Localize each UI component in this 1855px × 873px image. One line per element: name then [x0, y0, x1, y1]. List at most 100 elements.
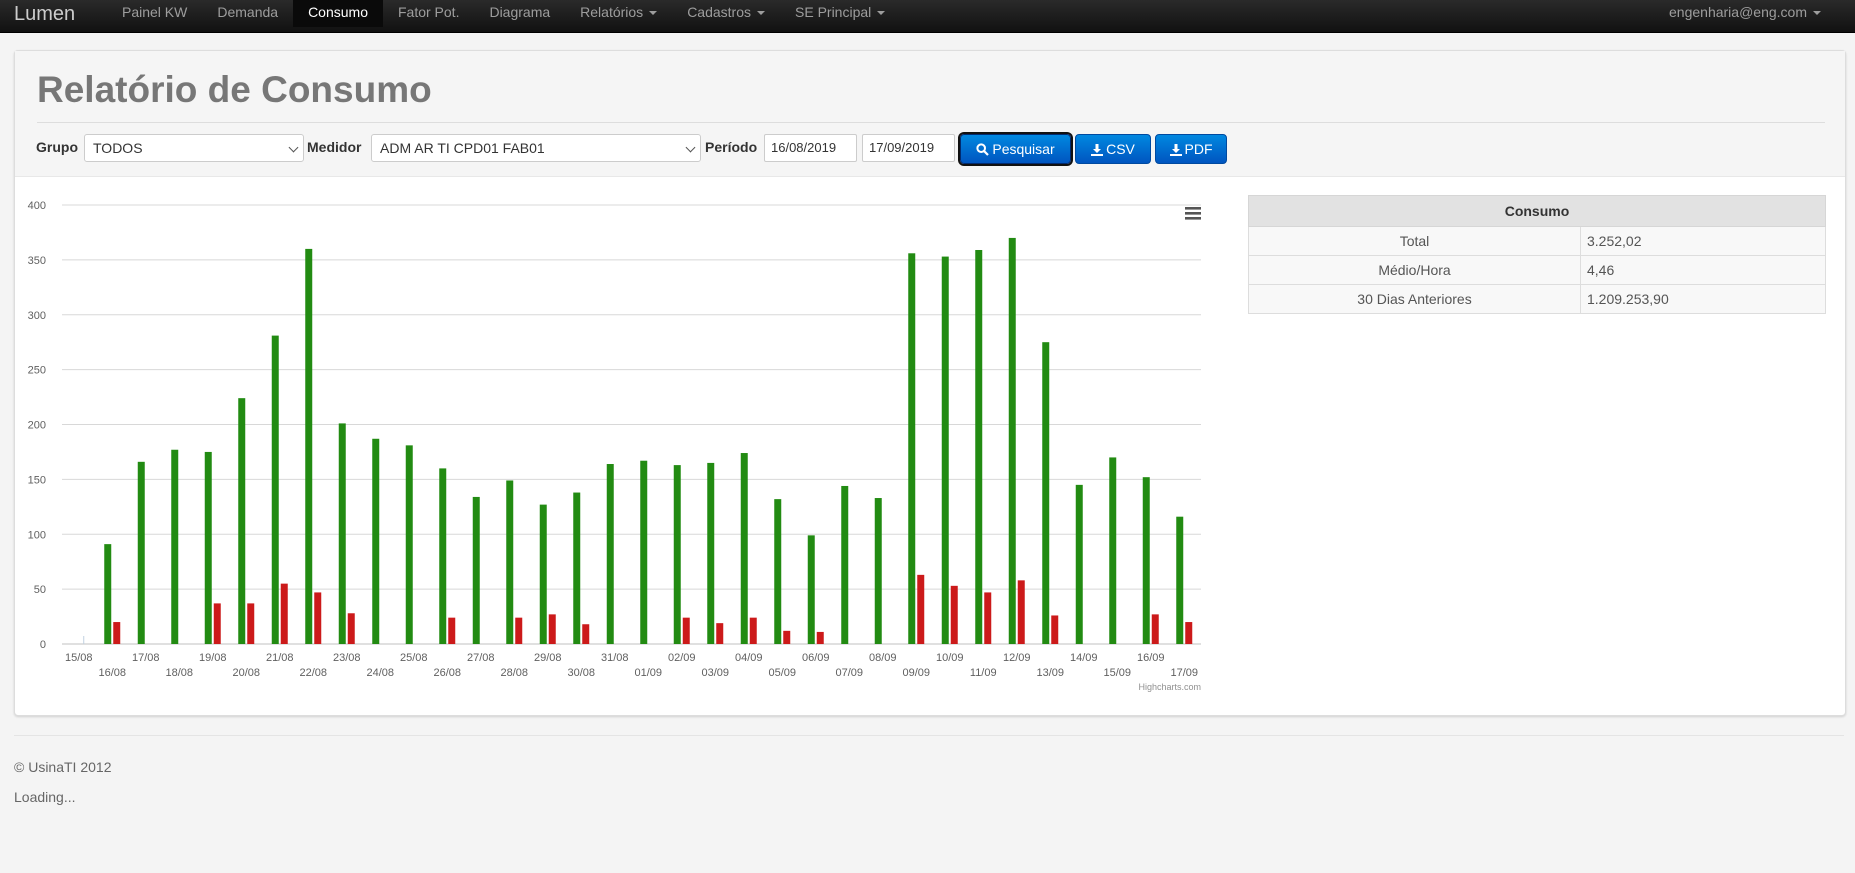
bar-green[interactable] [305, 248, 313, 644]
download-icon [1091, 144, 1104, 156]
bar-red[interactable] [984, 592, 992, 644]
bar-green[interactable] [1075, 484, 1083, 644]
pdf-button-label: PDF [1184, 141, 1213, 157]
x-tick-label: 02/09 [668, 652, 696, 664]
bar-red[interactable] [749, 617, 757, 644]
search-button-label: Pesquisar [992, 141, 1055, 157]
chevron-down-icon [288, 142, 299, 153]
nav-item-label: Painel KW [122, 4, 188, 20]
nav-item-demanda[interactable]: Demanda [202, 0, 293, 27]
bar-red[interactable] [515, 617, 523, 644]
bar-red[interactable] [247, 603, 255, 644]
bar-red[interactable] [582, 624, 590, 644]
bar-green[interactable] [539, 504, 547, 644]
bar-green[interactable] [707, 462, 715, 644]
bar-red[interactable] [448, 617, 456, 644]
bar-green[interactable] [807, 535, 815, 644]
nav-item-consumo[interactable]: Consumo [293, 0, 383, 27]
chevron-down-icon [685, 142, 696, 153]
bar-green[interactable] [506, 480, 514, 644]
bar-red[interactable] [716, 623, 724, 644]
bar-red[interactable] [548, 614, 556, 644]
nav-item-diagrama[interactable]: Diagrama [474, 0, 565, 27]
bar-red[interactable] [1185, 622, 1193, 644]
csv-button[interactable]: CSV [1075, 134, 1151, 164]
date-end-input[interactable]: 17/09/2019 [862, 134, 955, 162]
bar-green[interactable] [104, 544, 112, 644]
bar-red[interactable] [917, 574, 925, 644]
x-tick-label: 11/09 [970, 667, 997, 679]
nav-item-fator-pot[interactable]: Fator Pot. [383, 0, 474, 27]
x-tick-label: 09/09 [902, 667, 930, 679]
bar-green[interactable] [740, 453, 748, 644]
bar-green[interactable] [841, 485, 849, 644]
bar-green[interactable] [606, 464, 614, 644]
consumo-chart: 0 50 100 150 200 250 300 350 400 15/08 16/08 17/08… [15, 177, 1235, 717]
bar-green[interactable] [405, 445, 413, 644]
user-menu[interactable]: engenharia@eng.com [1669, 0, 1821, 27]
x-tick-label: 27/08 [467, 652, 495, 664]
periodo-label: Período [705, 139, 758, 155]
search-icon [976, 143, 990, 156]
nav-item-relatorios[interactable]: Relatórios [565, 0, 672, 27]
bar-green[interactable] [673, 465, 681, 644]
x-tick-label: 20/08 [232, 667, 260, 679]
x-tick-label: 17/08 [132, 652, 160, 664]
bar-green[interactable] [774, 499, 782, 644]
bar-green[interactable] [338, 423, 346, 644]
top-navbar: Lumen Painel KW Demanda Consumo Fator Po… [0, 0, 1855, 33]
bar-green[interactable] [1176, 516, 1184, 644]
row-value: 3.252,02 [1580, 226, 1826, 256]
bar-green[interactable] [1142, 477, 1150, 644]
bar-green[interactable] [874, 498, 882, 644]
bar-green[interactable] [908, 253, 916, 644]
bar-red[interactable] [113, 622, 121, 644]
chart-credit[interactable]: Highcharts.com [1138, 682, 1201, 692]
footer-divider [14, 735, 1844, 736]
brand-logo[interactable]: Lumen [14, 2, 75, 26]
bar-red[interactable] [314, 592, 322, 644]
bar-red[interactable] [1051, 615, 1059, 644]
row-label: Médio/Hora [1248, 255, 1581, 285]
bar-red[interactable] [950, 585, 958, 644]
bar-green[interactable] [271, 335, 279, 644]
bar-green[interactable] [640, 460, 648, 644]
bar-green[interactable] [439, 468, 447, 644]
bar-red[interactable] [1017, 580, 1025, 644]
pdf-button[interactable]: PDF [1155, 134, 1227, 164]
date-start-input[interactable]: 16/08/2019 [764, 134, 857, 162]
x-tick-label: 28/08 [500, 667, 528, 679]
bar-green[interactable] [1109, 457, 1117, 644]
bar-red[interactable] [280, 583, 288, 644]
bar-green[interactable] [573, 492, 581, 644]
x-tick-label: 18/08 [165, 667, 193, 679]
x-tick-label: 08/09 [869, 652, 897, 664]
x-tick-label: 25/08 [400, 652, 428, 664]
bar-green[interactable] [204, 451, 212, 644]
bar-green[interactable] [472, 496, 480, 644]
medidor-select[interactable]: ADM AR TI CPD01 FAB01 [371, 134, 701, 162]
bar-green[interactable] [171, 449, 179, 644]
bar-green[interactable] [372, 438, 380, 644]
bar-red[interactable] [1151, 614, 1159, 644]
row-label: Total [1248, 226, 1581, 256]
bar-red[interactable] [816, 631, 824, 644]
bar-green[interactable] [1042, 342, 1050, 644]
bar-red[interactable] [783, 630, 791, 644]
bar-red[interactable] [682, 617, 690, 644]
bar-green[interactable] [238, 398, 246, 644]
bar-green[interactable] [1008, 237, 1016, 645]
bar-green[interactable] [975, 249, 983, 644]
nav-item-cadastros[interactable]: Cadastros [672, 0, 780, 27]
row-value: 1.209.253,90 [1580, 284, 1826, 314]
grupo-select[interactable]: TODOS [84, 134, 304, 162]
nav-item-se-principal[interactable]: SE Principal [780, 0, 900, 27]
search-button[interactable]: Pesquisar [960, 134, 1071, 164]
bar-red[interactable] [347, 613, 355, 644]
nav-item-painel-kw[interactable]: Painel KW [107, 0, 202, 27]
row-value: 4,46 [1580, 255, 1826, 285]
bar-green[interactable] [137, 461, 145, 644]
bar-red[interactable] [213, 603, 221, 644]
bar-green[interactable] [941, 256, 949, 644]
chart-menu-icon[interactable] [1185, 207, 1201, 220]
